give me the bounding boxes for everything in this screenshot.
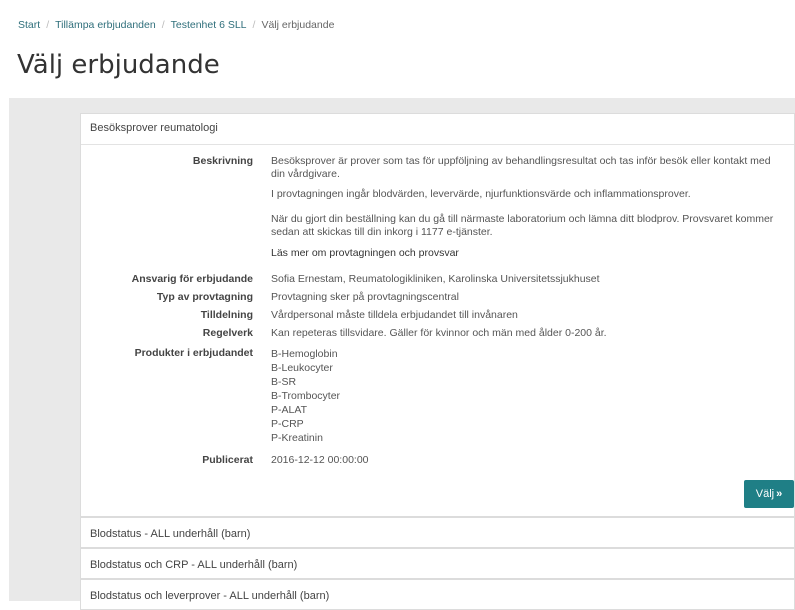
- product-item: B-Trombocyter: [271, 390, 341, 402]
- breadcrumb: Start / Tillämpa erbjudanden / Testenhet 6 S…: [18, 19, 334, 31]
- beskrivning-text-2: I provtagningen ingår blodvärden, leverv…: [271, 188, 691, 200]
- product-item: P-Kreatinin: [271, 432, 323, 444]
- valj-button-label: Välj: [755, 488, 775, 500]
- typ-value: Provtagning sker på provtagningscentral: [271, 291, 459, 303]
- produkter-list: B-Hemoglobin B-Leukocyter B-SR B-Tromboc…: [271, 347, 776, 445]
- offer-panel-collapsed[interactable]: Blodstatus och CRP - ALL underhåll (barn…: [80, 548, 795, 579]
- product-item: B-SR: [271, 376, 297, 388]
- tilldelning-label: Tilldelning: [200, 309, 253, 321]
- breadcrumb-separator: /: [161, 19, 165, 31]
- regelverk-label: Regelverk: [202, 327, 253, 339]
- beskrivning-text-1: Besöksprover är prover som tas för uppfö…: [271, 155, 771, 180]
- ansvarig-value: Sofia Ernestam, Reumatologikliniken, Kar…: [271, 273, 600, 285]
- valj-button[interactable]: Välj»: [744, 480, 794, 508]
- breadcrumb-tillampa-erbjudanden[interactable]: Tillämpa erbjudanden: [55, 19, 156, 31]
- offer-panel-title: Blodstatus - ALL underhåll (barn): [90, 528, 251, 540]
- offer-panel-title: Blodstatus och leverprover - ALL underhå…: [90, 590, 330, 602]
- publicerat-value: 2016-12-12 00:00:00: [271, 454, 369, 466]
- offer-panel-collapsed[interactable]: Blodstatus - ALL underhåll (barn): [80, 517, 795, 548]
- page-title: Välj erbjudande: [17, 50, 220, 80]
- breadcrumb-current: Välj erbjudande: [261, 19, 335, 31]
- tilldelning-value: Vårdpersonal måste tilldela erbjudandet …: [271, 309, 518, 321]
- breadcrumb-testenhet[interactable]: Testenhet 6 SLL: [171, 19, 247, 31]
- product-item: P-CRP: [271, 418, 304, 430]
- beskrivning-text-3: När du gjort din beställning kan du gå t…: [271, 213, 774, 238]
- regelverk-value: Kan repeteras tillsvidare. Gäller för kv…: [271, 327, 607, 339]
- product-item: B-Hemoglobin: [271, 348, 338, 360]
- offer-panel-expanded: Besöksprover reumatologi Beskrivning Bes…: [80, 113, 795, 517]
- offer-panel-collapsed[interactable]: Blodstatus och leverprover - ALL underhå…: [80, 579, 795, 610]
- product-item: P-ALAT: [271, 404, 307, 416]
- double-chevron-right-icon: »: [776, 488, 783, 500]
- breadcrumb-separator: /: [46, 19, 50, 31]
- read-more-link[interactable]: Läs mer om provtagningen och provsvar: [271, 247, 776, 260]
- offer-panel-title: Blodstatus och CRP - ALL underhåll (barn…: [90, 559, 298, 571]
- ansvarig-label: Ansvarig för erbjudande: [131, 273, 253, 285]
- product-item: B-Leukocyter: [271, 362, 333, 374]
- breadcrumb-start[interactable]: Start: [18, 19, 40, 31]
- offer-panel-heading[interactable]: Besöksprover reumatologi: [81, 114, 794, 145]
- produkter-label: Produkter i erbjudandet: [134, 347, 253, 359]
- breadcrumb-separator: /: [252, 19, 256, 31]
- publicerat-label: Publicerat: [202, 454, 253, 466]
- typ-label: Typ av provtagning: [156, 291, 253, 303]
- beskrivning-label: Beskrivning: [192, 155, 253, 167]
